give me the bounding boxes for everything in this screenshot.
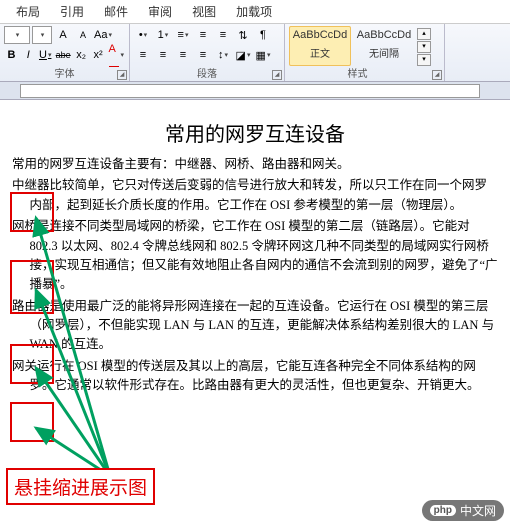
borders-button[interactable]: ▦▾ (254, 46, 272, 64)
strike-button[interactable]: abe (55, 46, 72, 64)
style-normal[interactable]: AaBbCcDd 正文 (289, 26, 351, 66)
style-nospacing[interactable]: AaBbCcDd 无间隔 (353, 26, 415, 66)
tab-layout[interactable]: 布局 (6, 0, 50, 23)
font-group-label: 字体 (0, 65, 129, 80)
line-spacing-button[interactable]: ↕▾ (214, 46, 232, 64)
paragraph: 中继器比较简单，它只对传送后变弱的信号进行放大和转发，所以只工作在同一个网罗内部… (12, 176, 498, 215)
highlight-box (10, 260, 54, 314)
paragraph: 网桥是连接不同类型局域网的桥梁，它工作在 OSI 模型的第二层（链路层）。它能对… (12, 217, 498, 295)
align-left-button[interactable]: ≡ (134, 46, 152, 64)
font-dialog-launcher[interactable]: ◢ (117, 70, 127, 80)
paragraph-group: •▾ 1▾ ≡▾ ≡ ≡ ⇅ ¶ ≡ ≡ ≡ ≡ ↕▾ ◪▾ ▦▾ 段落 ◢ (130, 24, 285, 81)
subscript-button[interactable]: x₂ (74, 46, 89, 64)
paragraph-group-label: 段落 (130, 65, 284, 80)
align-center-button[interactable]: ≡ (154, 46, 172, 64)
paragraph: 网关运行在 OSI 模型的传送层及其以上的高层，它能互连各种完全不同体系结构的网… (12, 357, 498, 396)
highlight-box (10, 344, 54, 384)
paragraph-dialog-launcher[interactable]: ◢ (272, 70, 282, 80)
style-preview: AaBbCcDd (354, 29, 414, 41)
ruler-area (0, 82, 510, 100)
watermark-badge: php 中文网 (422, 500, 504, 521)
numbering-button[interactable]: 1▾ (154, 26, 172, 44)
shrink-font-button[interactable]: A (74, 26, 92, 44)
doc-body[interactable]: 常用的网罗互连设备主要有：中继器、网桥、路由器和网关。 中继器比较简单，它只对传… (12, 155, 498, 396)
tab-mail[interactable]: 邮件 (94, 0, 138, 23)
increase-indent-button[interactable]: ≡ (214, 26, 232, 44)
bullets-button[interactable]: •▾ (134, 26, 152, 44)
underline-button[interactable]: U▾ (38, 46, 53, 64)
align-justify-button[interactable]: ≡ (194, 46, 212, 64)
multilevel-button[interactable]: ≡▾ (174, 26, 192, 44)
ribbon-tabs: 布局 引用 邮件 审阅 视图 加载项 (0, 0, 510, 24)
style-name: 正文 (290, 45, 350, 60)
tab-quote[interactable]: 引用 (50, 0, 94, 23)
ribbon: ▾ ▾ A A Aa▾ B I U▾ abe x₂ x² A▾ 字体 ◢ •▾ … (0, 24, 510, 82)
doc-title: 常用的网罗互连设备 (12, 118, 498, 147)
styles-scroll-up[interactable]: ▴ (417, 28, 431, 40)
decrease-indent-button[interactable]: ≡ (194, 26, 212, 44)
tab-addons[interactable]: 加载项 (226, 0, 282, 23)
font-size-select[interactable]: ▾ (32, 26, 52, 44)
grow-font-button[interactable]: A (54, 26, 72, 44)
watermark-brand: php (430, 505, 456, 516)
document-area: 常用的网罗互连设备 常用的网罗互连设备主要有：中继器、网桥、路由器和网关。 中继… (0, 100, 510, 396)
tab-view[interactable]: 视图 (182, 0, 226, 23)
style-name: 无间隔 (354, 45, 414, 60)
bold-button[interactable]: B (4, 46, 19, 64)
watermark-site: 中文网 (460, 502, 496, 519)
tab-review[interactable]: 审阅 (138, 0, 182, 23)
horizontal-ruler[interactable] (20, 84, 480, 98)
styles-group: AaBbCcDd 正文 AaBbCcDd 无间隔 ▴ ▾ ▾ 样式 ◢ (285, 24, 445, 81)
highlight-box (10, 402, 54, 442)
change-case-button[interactable]: Aa▾ (94, 26, 112, 44)
font-group: ▾ ▾ A A Aa▾ B I U▾ abe x₂ x² A▾ 字体 ◢ (0, 24, 130, 81)
align-right-button[interactable]: ≡ (174, 46, 192, 64)
paragraph: 路由器是使用最广泛的能将异形网连接在一起的互连设备。它运行在 OSI 模型的第三… (12, 297, 498, 355)
font-color-button[interactable]: A▾ (107, 46, 125, 64)
font-name-select[interactable]: ▾ (4, 26, 30, 44)
paragraph: 常用的网罗互连设备主要有：中继器、网桥、路由器和网关。 (12, 155, 498, 174)
italic-button[interactable]: I (21, 46, 36, 64)
styles-scroll-down[interactable]: ▾ (417, 41, 431, 53)
style-preview: AaBbCcDd (290, 29, 350, 41)
styles-group-label: 样式 (285, 65, 430, 80)
show-marks-button[interactable]: ¶ (254, 26, 272, 44)
highlight-box (10, 192, 54, 232)
shading-button[interactable]: ◪▾ (234, 46, 252, 64)
superscript-button[interactable]: x² (91, 46, 106, 64)
annotation-label: 悬挂缩进展示图 (6, 468, 155, 505)
styles-dialog-launcher[interactable]: ◢ (432, 70, 442, 80)
sort-button[interactable]: ⇅ (234, 26, 252, 44)
